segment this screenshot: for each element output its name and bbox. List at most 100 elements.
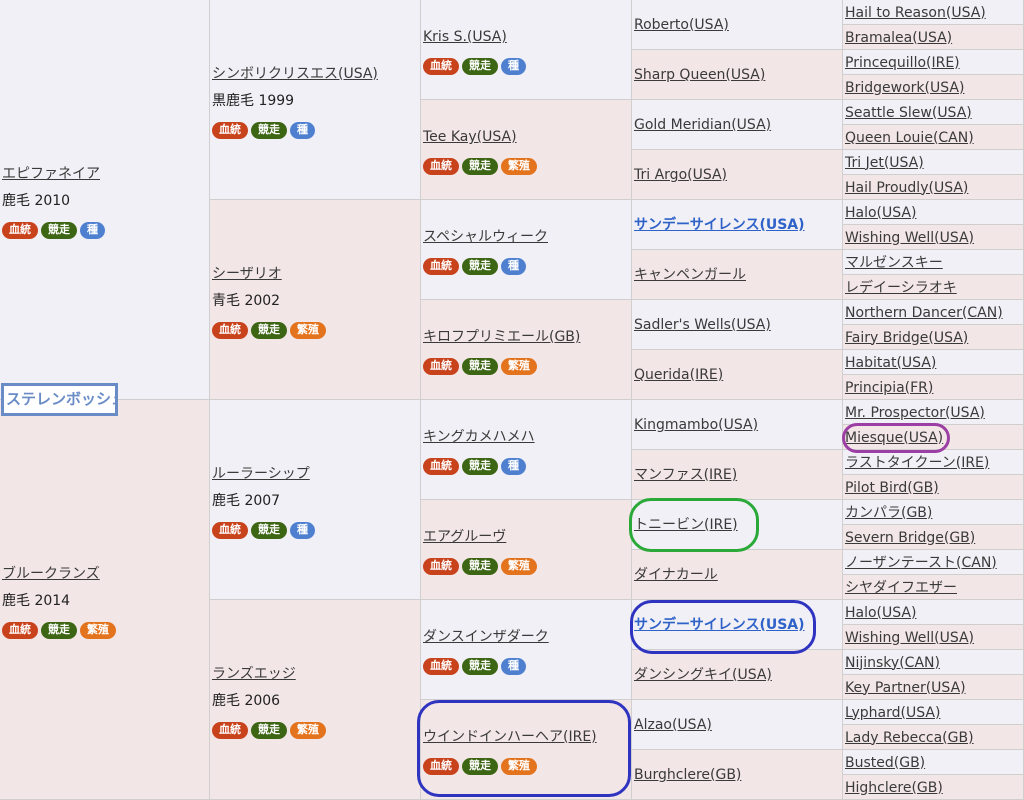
- horse-link[interactable]: マルゼンスキー: [845, 254, 1021, 272]
- bloodline-badge[interactable]: 血統: [423, 558, 459, 575]
- horse-link[interactable]: Habitat(USA): [845, 354, 1021, 372]
- horse-link[interactable]: ダイナカール: [634, 566, 840, 584]
- broodmare-badge[interactable]: 繁殖: [501, 158, 537, 175]
- horse-link[interactable]: Tee Kay(USA): [423, 128, 629, 146]
- stallion-badge[interactable]: 種: [501, 58, 526, 75]
- horse-link[interactable]: Halo(USA): [845, 204, 1021, 222]
- stallion-badge[interactable]: 種: [80, 221, 105, 239]
- horse-link[interactable]: Mr. Prospector(USA): [845, 404, 1021, 422]
- horse-link[interactable]: ダンシングキイ(USA): [634, 666, 840, 684]
- race-record-badge[interactable]: 競走: [41, 221, 77, 239]
- horse-link[interactable]: ブルークランズ: [2, 565, 207, 583]
- horse-link[interactable]: レデイーシラオキ: [845, 279, 1021, 297]
- horse-link[interactable]: Severn Bridge(GB): [845, 529, 1021, 547]
- bloodline-badge[interactable]: 血統: [423, 258, 459, 275]
- bloodline-badge[interactable]: 血統: [423, 58, 459, 75]
- horse-link[interactable]: Kris S.(USA): [423, 28, 629, 46]
- horse-link[interactable]: サンデーサイレンス(USA): [634, 216, 840, 234]
- bloodline-badge[interactable]: 血統: [423, 658, 459, 675]
- horse-link[interactable]: Queen Louie(CAN): [845, 129, 1021, 147]
- horse-link[interactable]: Kingmambo(USA): [634, 416, 840, 434]
- horse-link[interactable]: Roberto(USA): [634, 16, 840, 34]
- race-record-badge[interactable]: 競走: [251, 521, 287, 539]
- race-record-badge[interactable]: 競走: [462, 158, 498, 175]
- horse-link[interactable]: カンパラ(GB): [845, 504, 1021, 522]
- race-record-badge[interactable]: 競走: [462, 258, 498, 275]
- horse-link[interactable]: Busted(GB): [845, 754, 1021, 772]
- stallion-badge[interactable]: 種: [501, 458, 526, 475]
- broodmare-badge[interactable]: 繁殖: [501, 558, 537, 575]
- stallion-badge[interactable]: 種: [290, 521, 315, 539]
- horse-link[interactable]: スペシャルウィーク: [423, 228, 629, 246]
- horse-link[interactable]: シーザリオ: [212, 265, 418, 283]
- horse-link[interactable]: Wishing Well(USA): [845, 229, 1021, 247]
- horse-link[interactable]: Princequillo(IRE): [845, 54, 1021, 72]
- race-record-badge[interactable]: 競走: [462, 658, 498, 675]
- horse-link[interactable]: マンファス(IRE): [634, 466, 840, 484]
- horse-link[interactable]: Querida(IRE): [634, 366, 840, 384]
- broodmare-badge[interactable]: 繁殖: [290, 321, 326, 339]
- horse-link[interactable]: Bridgework(USA): [845, 79, 1021, 97]
- horse-link[interactable]: Northern Dancer(CAN): [845, 304, 1021, 322]
- bloodline-badge[interactable]: 血統: [2, 221, 38, 239]
- horse-link[interactable]: ダンスインザダーク: [423, 628, 629, 646]
- bloodline-badge[interactable]: 血統: [212, 721, 248, 739]
- horse-link[interactable]: Nijinsky(CAN): [845, 654, 1021, 672]
- race-record-badge[interactable]: 競走: [462, 558, 498, 575]
- horse-link[interactable]: ランズエッジ: [212, 665, 418, 683]
- race-record-badge[interactable]: 競走: [41, 621, 77, 639]
- race-record-badge[interactable]: 競走: [462, 358, 498, 375]
- stallion-badge[interactable]: 種: [290, 121, 315, 139]
- bloodline-badge[interactable]: 血統: [212, 321, 248, 339]
- horse-link[interactable]: Sadler's Wells(USA): [634, 316, 840, 334]
- horse-link[interactable]: Tri Jet(USA): [845, 154, 1021, 172]
- horse-link[interactable]: ウインドインハーヘア(IRE): [423, 728, 629, 746]
- horse-link[interactable]: Halo(USA): [845, 604, 1021, 622]
- horse-link[interactable]: エピファネイア: [2, 165, 207, 183]
- race-record-badge[interactable]: 競走: [251, 721, 287, 739]
- horse-link[interactable]: キングカメハメハ: [423, 428, 629, 446]
- race-record-badge[interactable]: 競走: [462, 758, 498, 775]
- broodmare-badge[interactable]: 繁殖: [501, 758, 537, 775]
- race-record-badge[interactable]: 競走: [251, 121, 287, 139]
- horse-link[interactable]: Burghclere(GB): [634, 766, 840, 784]
- horse-link[interactable]: Lady Rebecca(GB): [845, 729, 1021, 747]
- horse-link[interactable]: ルーラーシップ: [212, 465, 418, 483]
- horse-link[interactable]: Alzao(USA): [634, 716, 840, 734]
- horse-link[interactable]: キャンペンガール: [634, 266, 840, 284]
- race-record-badge[interactable]: 競走: [251, 321, 287, 339]
- bloodline-badge[interactable]: 血統: [423, 758, 459, 775]
- horse-link[interactable]: トニービン(IRE): [634, 516, 840, 534]
- stallion-badge[interactable]: 種: [501, 658, 526, 675]
- bloodline-badge[interactable]: 血統: [212, 521, 248, 539]
- horse-link[interactable]: Bramalea(USA): [845, 29, 1021, 47]
- horse-link[interactable]: ノーザンテースト(CAN): [845, 554, 1021, 572]
- broodmare-badge[interactable]: 繁殖: [290, 721, 326, 739]
- bloodline-badge[interactable]: 血統: [2, 621, 38, 639]
- bloodline-badge[interactable]: 血統: [212, 121, 248, 139]
- stallion-badge[interactable]: 種: [501, 258, 526, 275]
- horse-link[interactable]: Key Partner(USA): [845, 679, 1021, 697]
- horse-link[interactable]: Seattle Slew(USA): [845, 104, 1021, 122]
- horse-link[interactable]: ラストタイクーン(IRE): [845, 454, 1021, 472]
- horse-link[interactable]: Tri Argo(USA): [634, 166, 840, 184]
- horse-link[interactable]: Fairy Bridge(USA): [845, 329, 1021, 347]
- horse-link[interactable]: シンボリクリスエス(USA): [212, 65, 418, 83]
- bloodline-badge[interactable]: 血統: [423, 158, 459, 175]
- horse-link[interactable]: Gold Meridian(USA): [634, 116, 840, 134]
- horse-link[interactable]: Sharp Queen(USA): [634, 66, 840, 84]
- horse-link[interactable]: サンデーサイレンス(USA): [634, 616, 840, 634]
- horse-link[interactable]: Lyphard(USA): [845, 704, 1021, 722]
- horse-link[interactable]: シヤダイフエザー: [845, 579, 1021, 597]
- race-record-badge[interactable]: 競走: [462, 58, 498, 75]
- horse-link[interactable]: Pilot Bird(GB): [845, 479, 1021, 497]
- horse-link[interactable]: Miesque(USA): [845, 429, 1021, 447]
- horse-link[interactable]: Wishing Well(USA): [845, 629, 1021, 647]
- bloodline-badge[interactable]: 血統: [423, 458, 459, 475]
- horse-link[interactable]: Principia(FR): [845, 379, 1021, 397]
- broodmare-badge[interactable]: 繁殖: [80, 621, 116, 639]
- horse-link[interactable]: Hail to Reason(USA): [845, 4, 1021, 22]
- race-record-badge[interactable]: 競走: [462, 458, 498, 475]
- bloodline-badge[interactable]: 血統: [423, 358, 459, 375]
- horse-link[interactable]: キロフプリミエール(GB): [423, 328, 629, 346]
